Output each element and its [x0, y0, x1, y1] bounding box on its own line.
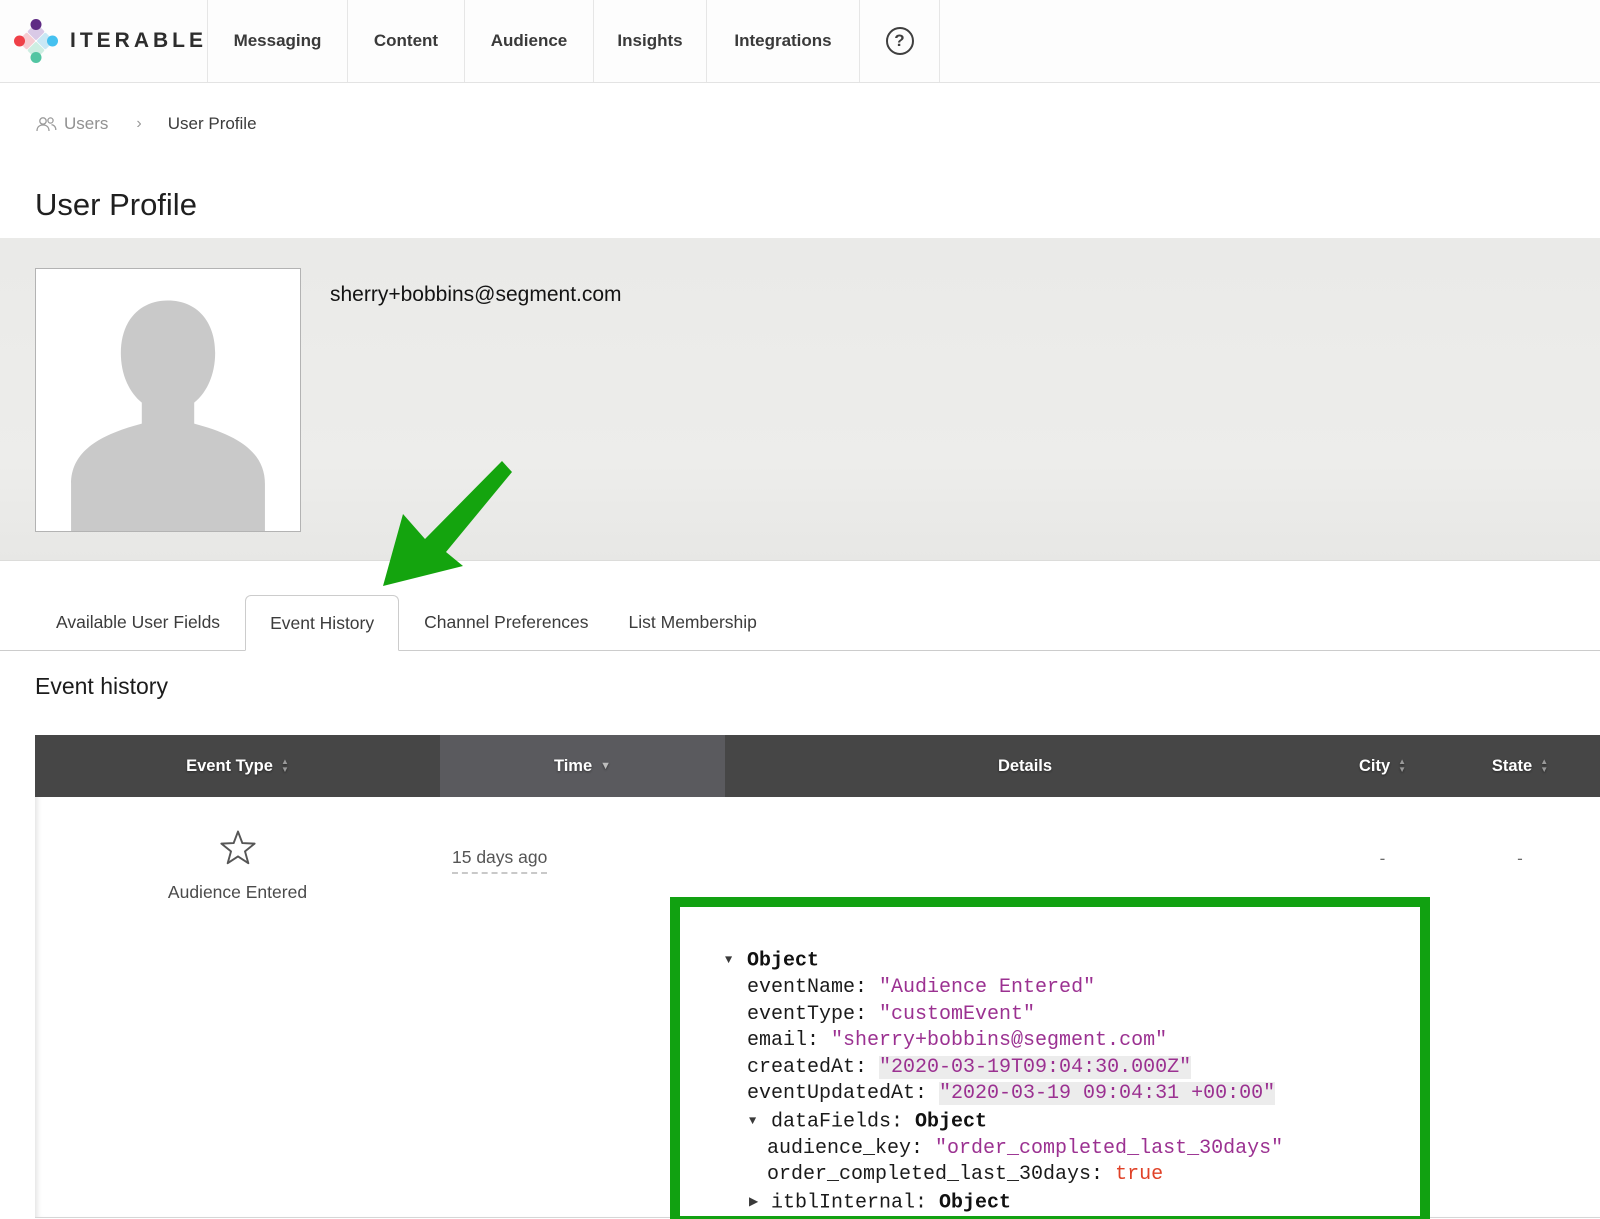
nav-item-audience[interactable]: Audience	[465, 0, 594, 82]
user-profile-page: ITERABLE MessagingContentAudienceInsight…	[0, 0, 1600, 1219]
iterable-logo-icon	[14, 13, 58, 69]
json-key: eventName:	[747, 976, 879, 999]
json-line: eventType: "customEvent"	[715, 1002, 1402, 1029]
json-str: "customEvent"	[879, 1003, 1035, 1026]
brand-name: ITERABLE	[70, 29, 207, 53]
breadcrumb-users-link[interactable]: Users	[35, 114, 108, 134]
json-key: itblInternal:	[771, 1191, 939, 1214]
event-type-cell: Audience Entered	[35, 797, 440, 1217]
nav-item-content[interactable]: Content	[348, 0, 465, 82]
json-line: email: "sherry+bobbins@segment.com"	[715, 1028, 1402, 1055]
event-type-label: Audience Entered	[168, 882, 307, 903]
json-key: dataFields:	[771, 1110, 915, 1133]
collapse-toggle-icon[interactable]: ▼	[749, 1108, 771, 1135]
table-header-row: Event Type ▲▼ Time ▼ Details City ▲▼ State ▲▼	[35, 735, 1600, 797]
column-header-state[interactable]: State ▲▼	[1440, 735, 1600, 797]
state-cell: -	[1440, 797, 1600, 1217]
json-obj: Object	[915, 1110, 987, 1133]
json-line: ▶itblInternal: Object	[715, 1189, 1402, 1217]
nav-item-insights[interactable]: Insights	[594, 0, 707, 82]
event-history-table: Event Type ▲▼ Time ▼ Details City ▲▼ State ▲▼ Au…	[35, 735, 1600, 1218]
json-str: "order_completed_last_30days"	[935, 1137, 1283, 1160]
json-bool: true	[1115, 1163, 1163, 1186]
page-title: User Profile	[35, 187, 1600, 223]
nav-item-messaging[interactable]: Messaging	[208, 0, 348, 82]
breadcrumb-current: User Profile	[168, 114, 257, 134]
star-icon	[217, 827, 259, 869]
help-button[interactable]: ?	[860, 0, 940, 82]
tab-list-membership[interactable]: List Membership	[609, 594, 777, 650]
relative-time[interactable]: 15 days ago	[452, 847, 547, 874]
breadcrumb: Users › User Profile	[35, 111, 1600, 137]
column-label: City	[1359, 757, 1390, 776]
users-icon	[35, 116, 57, 132]
json-str: "sherry+bobbins@segment.com"	[831, 1029, 1167, 1052]
column-header-time[interactable]: Time ▼	[440, 735, 725, 797]
json-line: ▼dataFields: Object	[715, 1108, 1402, 1136]
json-key: order_completed_last_30days:	[767, 1163, 1115, 1186]
json-line: eventName: "Audience Entered"	[715, 975, 1402, 1002]
tab-event-history[interactable]: Event History	[245, 595, 399, 651]
column-label: Event Type	[186, 757, 273, 776]
nav-items: MessagingContentAudienceInsightsIntegrat…	[208, 0, 860, 82]
json-key: createdAt:	[747, 1056, 879, 1079]
sort-icon: ▲▼	[281, 759, 289, 773]
help-icon: ?	[886, 27, 914, 55]
column-label: State	[1492, 757, 1532, 776]
json-line: order_completed_last_30days: true	[715, 1162, 1402, 1189]
tab-channel-preferences[interactable]: Channel Preferences	[404, 594, 608, 650]
collapse-toggle-icon[interactable]: ▼	[725, 947, 747, 974]
column-label: Details	[998, 757, 1052, 776]
json-line: ▼Object	[715, 947, 1402, 975]
section-heading: Event history	[35, 673, 1600, 701]
tab-available-user-fields[interactable]: Available User Fields	[36, 594, 240, 650]
expand-toggle-icon[interactable]: ▶	[749, 1189, 771, 1216]
json-str: "2020-03-19 09:04:31 +00:00"	[939, 1082, 1275, 1105]
avatar	[35, 268, 301, 532]
sort-icon: ▲▼	[1540, 759, 1548, 773]
column-label: Time	[554, 757, 592, 776]
json-str: "Audience Entered"	[879, 976, 1095, 999]
json-str: "2020-03-19T09:04:30.000Z"	[879, 1056, 1191, 1079]
event-details-annotation-box: ▼ObjecteventName: "Audience Entered"even…	[670, 897, 1430, 1219]
json-key: email:	[747, 1029, 831, 1052]
nav-item-integrations[interactable]: Integrations	[707, 0, 860, 82]
profile-header: sherry+bobbins@segment.com	[0, 238, 1600, 561]
column-header-event-type[interactable]: Event Type ▲▼	[35, 735, 440, 797]
column-header-details[interactable]: Details	[725, 735, 1325, 797]
json-line: createdAt: "2020-03-19T09:04:30.000Z"	[715, 1055, 1402, 1082]
column-header-city[interactable]: City ▲▼	[1325, 735, 1440, 797]
brand[interactable]: ITERABLE	[0, 0, 208, 82]
event-details-json: ▼ObjecteventName: "Audience Entered"even…	[680, 907, 1420, 1219]
json-key: audience_key:	[767, 1137, 935, 1160]
breadcrumb-root-label: Users	[64, 114, 108, 134]
json-obj: Object	[939, 1191, 1011, 1214]
profile-tabs: Available User FieldsEvent HistoryChanne…	[0, 585, 1600, 651]
json-key: eventType:	[747, 1003, 879, 1026]
json-obj: Object	[747, 950, 819, 973]
sort-desc-icon: ▼	[600, 760, 611, 772]
sort-icon: ▲▼	[1398, 759, 1406, 773]
json-key: eventUpdatedAt:	[747, 1082, 939, 1105]
chevron-right-icon: ›	[136, 115, 141, 133]
json-line: eventUpdatedAt: "2020-03-19 09:04:31 +00…	[715, 1081, 1402, 1108]
avatar-placeholder-icon	[36, 269, 300, 531]
top-nav: ITERABLE MessagingContentAudienceInsight…	[0, 0, 1600, 83]
user-email: sherry+bobbins@segment.com	[330, 283, 622, 560]
json-line: audience_key: "order_completed_last_30da…	[715, 1136, 1402, 1163]
